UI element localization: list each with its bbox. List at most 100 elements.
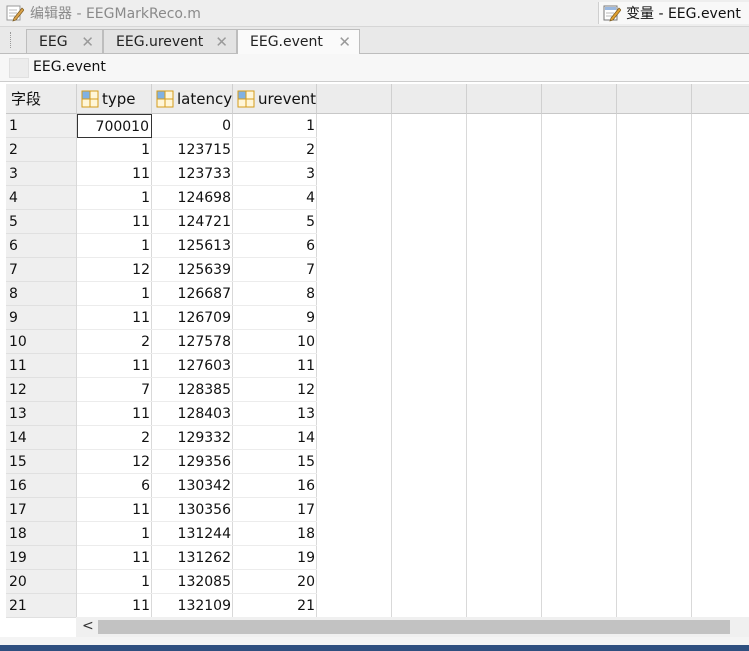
- cell-latency[interactable]: 129332: [152, 426, 233, 450]
- cell-urevent[interactable]: 15: [233, 450, 317, 474]
- cell-latency[interactable]: 127578: [152, 330, 233, 354]
- cell-latency[interactable]: 125613: [152, 234, 233, 258]
- scrollbar-thumb[interactable]: [98, 620, 730, 634]
- cell-type[interactable]: 11: [77, 162, 152, 186]
- tab-eeg-urevent[interactable]: EEG.urevent ✕: [103, 29, 237, 53]
- row-label[interactable]: 11: [6, 354, 76, 378]
- cell-type[interactable]: 2: [77, 426, 152, 450]
- cell-latency[interactable]: 128403: [152, 402, 233, 426]
- cell-urevent[interactable]: 6: [233, 234, 317, 258]
- variable-grid[interactable]: 字段 type latency urevent 1 700010 0 1 2 1…: [6, 84, 749, 618]
- cell-latency[interactable]: 130342: [152, 474, 233, 498]
- close-icon[interactable]: ✕: [338, 33, 351, 51]
- cell-type[interactable]: 11: [77, 498, 152, 522]
- row-label[interactable]: 19: [6, 546, 76, 570]
- cell-type[interactable]: 11: [77, 306, 152, 330]
- cell-latency[interactable]: 126709: [152, 306, 233, 330]
- row-label[interactable]: 9: [6, 306, 76, 330]
- cell-urevent[interactable]: 11: [233, 354, 317, 378]
- editor-title-area[interactable]: 编辑器 - EEGMarkReco.m: [6, 3, 201, 23]
- cell-type[interactable]: 1: [77, 186, 152, 210]
- row-label[interactable]: 13: [6, 402, 76, 426]
- column-header-latency[interactable]: latency: [152, 84, 233, 114]
- row-label[interactable]: 10: [6, 330, 76, 354]
- cell-urevent[interactable]: 3: [233, 162, 317, 186]
- cell-urevent[interactable]: 8: [233, 282, 317, 306]
- cell-urevent[interactable]: 20: [233, 570, 317, 594]
- cell-urevent[interactable]: 14: [233, 426, 317, 450]
- row-label[interactable]: 1: [6, 114, 76, 138]
- row-label[interactable]: 16: [6, 474, 76, 498]
- cell-type[interactable]: 11: [77, 354, 152, 378]
- cell-latency[interactable]: 132085: [152, 570, 233, 594]
- horizontal-scrollbar[interactable]: <: [76, 617, 749, 637]
- cell-urevent[interactable]: 18: [233, 522, 317, 546]
- cell-urevent[interactable]: 7: [233, 258, 317, 282]
- cell-type[interactable]: 11: [77, 594, 152, 618]
- cell-type[interactable]: 700010: [77, 114, 152, 138]
- cell-type[interactable]: 12: [77, 450, 152, 474]
- cell-urevent[interactable]: 19: [233, 546, 317, 570]
- cell-type[interactable]: 7: [77, 378, 152, 402]
- cell-urevent[interactable]: 21: [233, 594, 317, 618]
- row-label[interactable]: 6: [6, 234, 76, 258]
- tab-eeg[interactable]: EEG ✕: [26, 29, 103, 53]
- row-label[interactable]: 3: [6, 162, 76, 186]
- cell-latency[interactable]: 124721: [152, 210, 233, 234]
- cell-latency[interactable]: 0: [152, 114, 233, 138]
- row-label[interactable]: 21: [6, 594, 76, 618]
- cell-type[interactable]: 12: [77, 258, 152, 282]
- cell-type[interactable]: 11: [77, 402, 152, 426]
- cell-urevent[interactable]: 12: [233, 378, 317, 402]
- cell-type[interactable]: 1: [77, 522, 152, 546]
- cell-latency[interactable]: 131262: [152, 546, 233, 570]
- column-header-empty[interactable]: [617, 84, 692, 114]
- column-header-empty[interactable]: [317, 84, 392, 114]
- cell-latency[interactable]: 128385: [152, 378, 233, 402]
- cell-urevent[interactable]: 16: [233, 474, 317, 498]
- cell-latency[interactable]: 123715: [152, 138, 233, 162]
- cell-type[interactable]: 1: [77, 282, 152, 306]
- cell-latency[interactable]: 123733: [152, 162, 233, 186]
- column-header-empty[interactable]: [467, 84, 542, 114]
- row-label[interactable]: 2: [6, 138, 76, 162]
- variable-title-area[interactable]: 变量 - EEG.event: [598, 2, 749, 24]
- cell-type[interactable]: 1: [77, 138, 152, 162]
- close-icon[interactable]: ✕: [81, 33, 94, 51]
- cell-type[interactable]: 11: [77, 210, 152, 234]
- cell-latency[interactable]: 127603: [152, 354, 233, 378]
- row-label[interactable]: 7: [6, 258, 76, 282]
- cell-latency[interactable]: 129356: [152, 450, 233, 474]
- row-label[interactable]: 4: [6, 186, 76, 210]
- row-label[interactable]: 15: [6, 450, 76, 474]
- row-label[interactable]: 5: [6, 210, 76, 234]
- column-header-empty[interactable]: [392, 84, 467, 114]
- row-label[interactable]: 14: [6, 426, 76, 450]
- cell-type[interactable]: 1: [77, 234, 152, 258]
- cell-urevent[interactable]: 9: [233, 306, 317, 330]
- tab-eeg-event[interactable]: EEG.event ✕: [237, 29, 360, 54]
- column-header-urevent[interactable]: urevent: [233, 84, 317, 114]
- cell-urevent[interactable]: 4: [233, 186, 317, 210]
- cell-latency[interactable]: 125639: [152, 258, 233, 282]
- scroll-left-arrow[interactable]: <: [82, 618, 94, 634]
- cell-type[interactable]: 1: [77, 570, 152, 594]
- cell-urevent[interactable]: 10: [233, 330, 317, 354]
- row-label[interactable]: 20: [6, 570, 76, 594]
- cell-type[interactable]: 2: [77, 330, 152, 354]
- column-header-empty[interactable]: [542, 84, 617, 114]
- column-header-type[interactable]: type: [77, 84, 152, 114]
- row-label[interactable]: 12: [6, 378, 76, 402]
- cell-type[interactable]: 11: [77, 546, 152, 570]
- cell-latency[interactable]: 126687: [152, 282, 233, 306]
- tab-strip-grip[interactable]: [10, 32, 13, 48]
- cell-urevent[interactable]: 2: [233, 138, 317, 162]
- cell-urevent[interactable]: 13: [233, 402, 317, 426]
- row-label[interactable]: 17: [6, 498, 76, 522]
- cell-latency[interactable]: 132109: [152, 594, 233, 618]
- cell-type[interactable]: 6: [77, 474, 152, 498]
- cell-urevent[interactable]: 17: [233, 498, 317, 522]
- close-icon[interactable]: ✕: [215, 33, 228, 51]
- cell-latency[interactable]: 124698: [152, 186, 233, 210]
- row-label[interactable]: 8: [6, 282, 76, 306]
